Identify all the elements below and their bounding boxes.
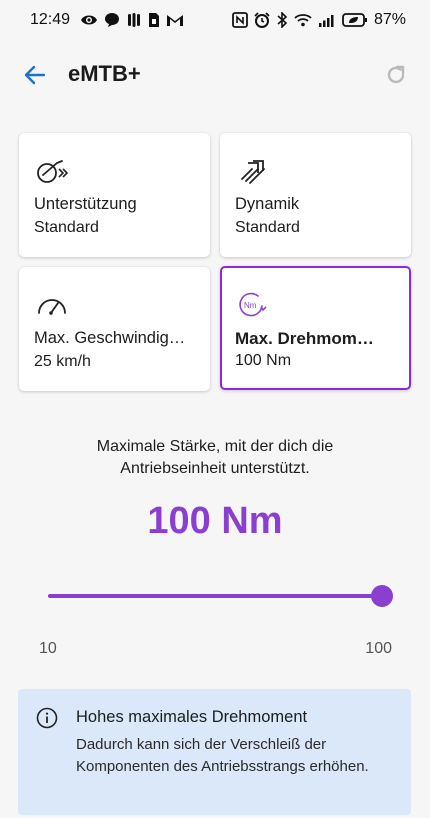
app-bar: eMTB+ [0,52,430,98]
battery-saver-icon [342,11,368,29]
card-value: 25 km/h [34,353,91,370]
setting-description: Maximale Stärke, mit der dich die Antrie… [96,438,334,477]
eye-icon [80,11,98,29]
chat-bubble-icon [104,11,120,29]
page-title: eMTB+ [68,61,141,86]
torque-slider[interactable] [48,584,393,608]
torque-icon: Nm [236,290,270,318]
status-bar-right: 87% [232,11,406,29]
info-box: Hohes maximales Drehmoment Dadurch kann … [18,689,411,815]
card-label: Dynamik [235,195,300,213]
info-text: Dadurch kann sich der Verschleiß der Kom… [76,736,369,775]
speedometer-icon [35,291,69,319]
wifi-icon [294,11,312,29]
card-label: Max. Drehmom… [235,329,374,348]
alarm-icon [254,11,270,29]
card-value: Standard [34,219,99,236]
card-label: Unterstützung [34,195,137,213]
signal-icon [318,11,336,29]
dynamics-icon [236,157,270,185]
svg-text:Nm: Nm [244,301,257,310]
sim-card-icon [148,11,160,29]
current-value: 100 Nm [147,500,283,542]
status-bar-left: 12:49 [30,11,184,29]
card-label: Max. Geschwindig… [34,329,186,347]
card-value: 100 Nm [235,352,292,369]
info-title: Hohes maximales Drehmoment [76,708,308,726]
gmail-icon [166,11,184,29]
slider-fill [48,594,382,598]
info-icon [36,707,58,729]
arrow-back-icon[interactable] [22,62,48,88]
battery-percent: 87% [373,11,406,28]
card-max-torque[interactable]: Nm Max. Drehmom… 100 Nm [220,266,411,390]
slider-max-label: 100 [365,640,392,657]
assist-icon [35,157,69,185]
card-dynamics[interactable]: Dynamik Standard [220,133,411,257]
app-notification-icon [126,11,142,29]
status-bar: 12:49 87% [0,0,430,40]
card-support[interactable]: Unterstützung Standard [19,133,210,257]
slider-thumb[interactable] [371,585,393,607]
status-time: 12:49 [30,11,71,28]
nfc-icon [232,11,248,29]
card-max-speed[interactable]: Max. Geschwindig… 25 km/h [19,267,210,391]
slider-min-label: 10 [39,640,57,657]
bluetooth-icon [276,11,288,29]
refresh-icon[interactable] [384,63,408,87]
card-value: Standard [235,219,300,236]
